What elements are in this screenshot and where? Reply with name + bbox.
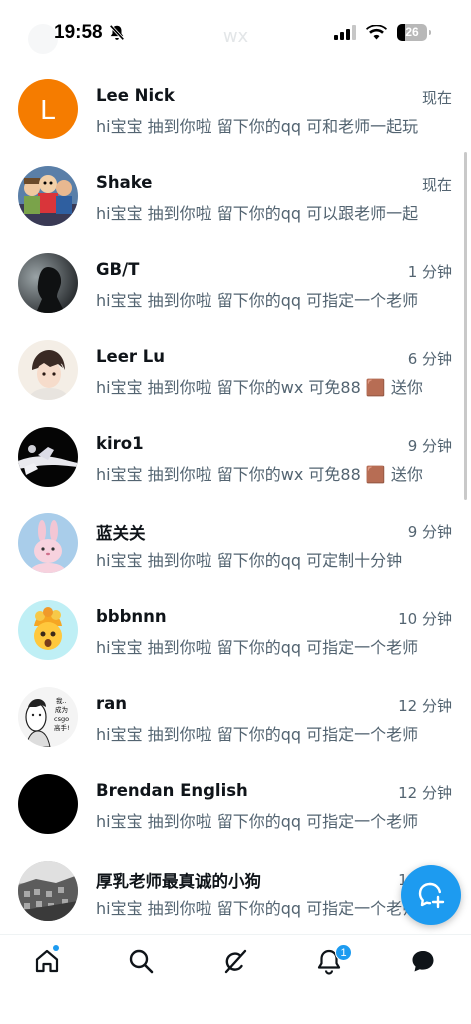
conversation-preview: hi宝宝 抽到你啦 留下你的qq 可指定一个老师 [96,725,419,745]
new-message-button[interactable] [401,865,461,925]
conversation-time: 1 分钟 [407,262,452,281]
conversation-name: bbbnnn [96,607,167,627]
avatar[interactable] [18,252,78,313]
status-time: 19:58 [54,22,103,43]
conversation-preview: hi宝宝 抽到你啦 留下你的qq 可以跟老师一起 [96,203,419,223]
conversation-preview: hi宝宝 抽到你啦 留下你的wx 可免88 🟫 送你 [96,464,423,484]
conversation-time: 10 分钟 [398,610,452,629]
conversation-name: Shake [96,172,153,192]
conversation-list[interactable]: L Lee Nick 现在 hi宝宝 抽到你啦 留下你的qq 可和老师一起玩 S… [0,68,471,937]
avatar-exploding-head-emoji-image [18,600,78,661]
tab-messages[interactable] [409,947,439,977]
conversation-name: Lee Nick [96,86,175,105]
conversation-time: 9 分钟 [407,436,452,455]
messages-icon [412,951,434,972]
conversation-row[interactable]: bbbnnn 10 分钟 hi宝宝 抽到你啦 留下你的qq 可指定一个老师 [0,589,471,676]
signal-icon [334,25,356,40]
avatar[interactable]: 我.. 成为 csgo 高手! [18,687,78,748]
conversation-time: 现在 [421,175,452,194]
conversation-preview: hi宝宝 抽到你啦 留下你的qq 可定制十分钟 [96,551,403,571]
avatar-letter: L [40,94,56,125]
avatar[interactable] [18,339,78,400]
conversation-preview: hi宝宝 抽到你啦 留下你的wx 可免88 🟫 送你 [96,377,423,397]
conversation-row[interactable]: GB/T 1 分钟 hi宝宝 抽到你啦 留下你的qq 可指定一个老师 [0,242,471,329]
conversation-row[interactable]: Brendan English 12 分钟 hi宝宝 抽到你啦 留下你的qq 可… [0,763,471,850]
avatar-grayscale-building-image [18,861,78,922]
conversation-row[interactable]: 我.. 成为 csgo 高手! ran 12 分钟 hi宝宝 抽到你啦 留下你的… [0,676,471,763]
conversation-name: 厚乳老师最真诚的小狗 [96,872,261,892]
grok-icon [224,949,247,974]
conversation-time: 现在 [421,89,452,107]
conversation-row[interactable]: L Lee Nick 现在 hi宝宝 抽到你啦 留下你的qq 可和老师一起玩 [0,68,471,155]
avatar[interactable] [18,426,78,487]
avatar-black-image [18,774,78,835]
avatar-meme-text-3: csgo [54,715,69,723]
avatar-silhouette-image [18,252,78,313]
avatar[interactable] [18,774,78,835]
avatar-anime-boy-image [18,339,78,400]
avatar-meme-text-4: 高手! [54,723,70,732]
battery-level: 26 [405,25,419,39]
conversation-name: kiro1 [96,433,144,453]
avatar[interactable]: L [18,79,78,139]
tab-grok[interactable] [221,947,251,977]
avatar-bunny-image [18,513,78,574]
conversation-row[interactable]: kiro1 9 分钟 hi宝宝 抽到你啦 留下你的wx 可免88 🟫 送你 [0,416,471,503]
tab-home[interactable] [33,947,63,977]
home-icon [35,949,59,973]
avatar-dark-figure-image [18,426,78,487]
status-bar: wx 19:58 26 [0,0,471,68]
avatar-cartoon-group-image [18,165,78,226]
avatar-letter-image: L [18,79,78,139]
conversation-time: 12 分钟 [398,697,452,716]
conversation-preview: hi宝宝 抽到你啦 留下你的qq 可和老师一起玩 [96,117,419,136]
conversation-row[interactable]: Shake 现在 hi宝宝 抽到你啦 留下你的qq 可以跟老师一起 [0,155,471,242]
avatar-meme-text-1: 我.. [56,696,67,705]
bottom-tab-bar: 1 [0,934,471,1024]
conversation-preview: hi宝宝 抽到你啦 留下你的qq 可指定一个老师 [96,290,419,310]
conversation-preview: hi宝宝 抽到你啦 留下你的qq 可指定一个老师 [96,812,419,832]
conversation-name: Brendan English [96,781,248,801]
avatar-meme-drawing-image: 我.. 成为 csgo 高手! [18,687,78,748]
avatar[interactable] [18,165,78,226]
conversation-preview: hi宝宝 抽到你啦 留下你的qq 可指定一个老师 [96,899,419,919]
conversation-time: 6 分钟 [407,349,452,368]
new-message-icon [418,882,445,909]
battery-icon: 26 [397,24,431,41]
notification-count-badge: 1 [335,944,352,961]
scrollbar[interactable] [464,152,467,500]
search-icon [129,949,154,974]
conversation-time: 9 分钟 [407,523,452,542]
conversation-name: 蓝关关 [96,524,146,544]
status-right-group: 26 [334,24,431,41]
conversation-name: ran [96,694,128,714]
avatar-meme-text-2: 成为 [55,705,68,714]
conversation-row[interactable]: Leer Lu 6 分钟 hi宝宝 抽到你啦 留下你的wx 可免88 🟫 送你 [0,329,471,416]
avatar[interactable] [18,600,78,661]
conversation-preview: hi宝宝 抽到你啦 留下你的qq 可指定一个老师 [96,638,419,658]
avatar[interactable] [18,513,78,574]
conversation-name: Leer Lu [96,346,166,366]
wifi-icon [366,25,387,40]
mute-icon [109,24,125,41]
conversation-row[interactable]: 蓝关关 9 分钟 hi宝宝 抽到你啦 留下你的qq 可定制十分钟 [0,502,471,589]
conversation-name: GB/T [96,259,140,279]
home-unread-dot [53,945,59,951]
tab-search[interactable] [127,947,157,977]
conversation-time: 12 分钟 [398,784,452,803]
avatar[interactable] [18,861,78,922]
